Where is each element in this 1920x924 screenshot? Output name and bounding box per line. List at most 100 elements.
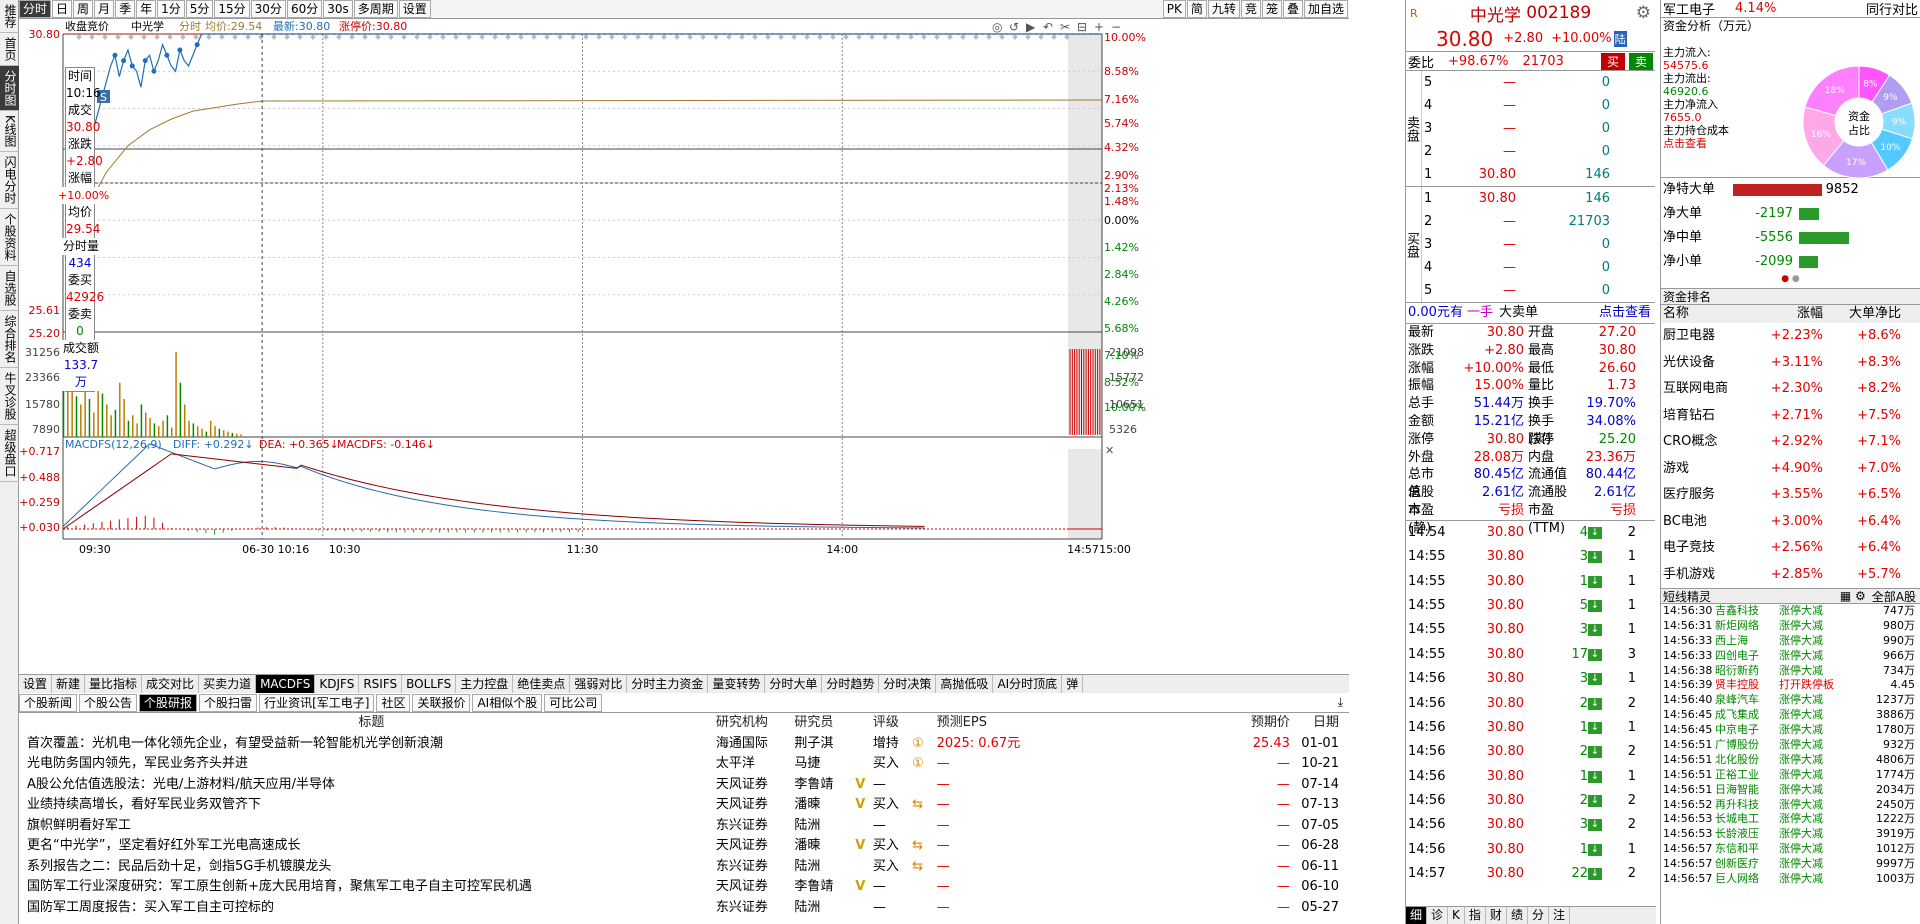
chart-tool-icon-2[interactable]: ▶ bbox=[1026, 20, 1036, 34]
news-tab-0[interactable]: 个股新闻 bbox=[19, 693, 78, 712]
short-row[interactable]: 14:56:33 四创电子 涨停大减 966万 bbox=[1661, 649, 1920, 664]
sector-name[interactable]: 军工电子 bbox=[1663, 0, 1715, 18]
chart-tool-icon-1[interactable]: ↺ bbox=[1009, 20, 1019, 34]
gear-icon[interactable]: ⚙ bbox=[1636, 3, 1651, 23]
header-rating[interactable]: 评级 bbox=[873, 713, 912, 734]
period-tab-6[interactable]: 1分 bbox=[157, 0, 185, 18]
rank-h3[interactable]: 大单净比 bbox=[1823, 305, 1901, 323]
page-dots[interactable]: ● ● bbox=[1661, 274, 1920, 288]
indicator-tab-13[interactable]: 量变转势 bbox=[708, 675, 766, 693]
indicator-tab-0[interactable]: 设置 bbox=[19, 675, 53, 693]
news-tab-1[interactable]: 个股公告 bbox=[79, 693, 138, 712]
download-icon[interactable]: ⤓ bbox=[1338, 695, 1343, 710]
rank-row[interactable]: 培育钻石 +2.71% +7.5% bbox=[1661, 403, 1920, 430]
chart-tool-icon-0[interactable]: ◎ bbox=[992, 20, 1002, 34]
news-tab-8[interactable]: 可比公司 bbox=[544, 693, 603, 712]
report-title[interactable]: 更名“中光学”，坚定看好红外军工光电高速成长 bbox=[19, 836, 716, 857]
news-tab-2[interactable]: 个股研报 bbox=[139, 693, 198, 712]
header-org[interactable]: 研究机构 bbox=[716, 713, 795, 734]
period-tab-0[interactable]: 分时 bbox=[19, 0, 52, 18]
period-tab-7[interactable]: 5分 bbox=[185, 0, 214, 18]
news-tab-5[interactable]: 社区 bbox=[376, 693, 411, 712]
news-tab-3[interactable]: 个股扫雷 bbox=[199, 693, 258, 712]
short-row[interactable]: 14:56:53 长龄液压 涨停大减 3919万 bbox=[1661, 827, 1920, 842]
chart-tool-icon-3[interactable]: ↶ bbox=[1043, 20, 1053, 34]
fund-cost-link[interactable]: 点击查看 bbox=[1663, 137, 1707, 150]
filter-icon[interactable]: ▦ ⚙ bbox=[1840, 589, 1866, 603]
report-title[interactable]: 国防军工周度报告：买入军工自主可控标的 bbox=[19, 898, 716, 919]
indicator-tab-1[interactable]: 新建 bbox=[52, 675, 86, 693]
rank-h1[interactable]: 名称 bbox=[1661, 305, 1761, 323]
short-list[interactable]: 14:56:30 吉鑫科技 涨停大减 747万 14:56:31 新炬网络 涨停大减 980万… bbox=[1661, 604, 1920, 887]
sell-level-0[interactable]: 5 — 0 bbox=[1422, 71, 1655, 94]
short-row[interactable]: 14:56:31 新炬网络 涨停大减 980万 bbox=[1661, 619, 1920, 634]
indicator-tab-12[interactable]: 分时主力资金 bbox=[627, 675, 709, 693]
macd-close-icon[interactable]: ✕ bbox=[1105, 444, 1114, 457]
report-row[interactable]: 系列报告之二：民品后劲十足，剑指5G手机镀膜龙头 东兴证券 陆洲 买入 ⇆ — — 06-11 bbox=[19, 857, 1339, 878]
rank-row[interactable]: BC电池 +3.00% +6.4% bbox=[1661, 509, 1920, 536]
news-tab-4[interactable]: 行业资讯[军工电子] bbox=[259, 693, 375, 712]
report-row[interactable]: A股公允估值选股法：光电/上游材料/航天应用/半导体 天风证券 李鲁靖 V — — — 07-… bbox=[19, 775, 1339, 796]
period-tab-1[interactable]: 日 bbox=[52, 0, 73, 18]
peer-compare-link[interactable]: 同行对比 bbox=[1866, 0, 1918, 18]
header-eps[interactable]: 预测EPS bbox=[937, 713, 1231, 734]
indicator-tab-2[interactable]: 量比指标 bbox=[85, 675, 143, 693]
short-row[interactable]: 14:56:40 泉峰汽车 涨停大减 1237万 bbox=[1661, 693, 1920, 708]
chart-tool-icon-7[interactable]: − bbox=[1111, 20, 1121, 34]
toolbar-right-5[interactable]: 叠 bbox=[1282, 0, 1303, 18]
report-title[interactable]: 国防军工行业深度研究：军工原生创新+庞大民用培育，聚焦军工电子自主可控军民机遇 bbox=[19, 877, 716, 898]
period-tab-3[interactable]: 月 bbox=[94, 0, 115, 18]
rank-row[interactable]: 手机游戏 +2.85% +5.7% bbox=[1661, 562, 1920, 589]
sell-level-2[interactable]: 3 — 0 bbox=[1422, 117, 1655, 140]
quote-tab-1[interactable]: 诊 bbox=[1427, 907, 1449, 924]
report-row[interactable]: 光电防务国内领先，军民业务齐头并进 太平洋 马捷 买入 ① — — 10-21 bbox=[19, 754, 1339, 775]
nav-item-7[interactable]: 综合排名 bbox=[0, 311, 19, 368]
report-row[interactable]: 业绩持续高增长，看好军民业务双管齐下 天风证券 潘暕 V 买入 ⇆ — — 07-13 bbox=[19, 795, 1339, 816]
indicator-tab-3[interactable]: 成交对比 bbox=[142, 675, 200, 693]
short-row[interactable]: 14:56:51 正裕工业 涨停大减 1774万 bbox=[1661, 768, 1920, 783]
quote-tab-0[interactable]: 细 bbox=[1406, 907, 1428, 924]
header-date[interactable]: 日期 bbox=[1290, 713, 1339, 734]
nav-item-6[interactable]: 自选股 bbox=[0, 266, 19, 311]
short-row[interactable]: 14:56:45 中京电子 涨停大减 1780万 bbox=[1661, 723, 1920, 738]
short-row[interactable]: 14:56:51 北化股份 涨停大减 4806万 bbox=[1661, 753, 1920, 768]
short-row[interactable]: 14:56:51 日海智能 涨停大减 2034万 bbox=[1661, 783, 1920, 798]
period-tab-8[interactable]: 15分 bbox=[214, 0, 250, 18]
short-row[interactable]: 14:56:39 贤丰控股 打开跌停板 4.45 bbox=[1661, 678, 1920, 693]
indicator-tab-11[interactable]: 强弱对比 bbox=[570, 675, 628, 693]
indicator-tab-5[interactable]: MACDFS bbox=[256, 675, 316, 693]
report-row[interactable]: 国防军工行业深度研究：军工原生创新+庞大民用培育，聚焦军工电子自主可控军民机遇天… bbox=[19, 877, 1339, 898]
nav-item-2[interactable]: 分时图 bbox=[0, 66, 19, 111]
period-tab-2[interactable]: 周 bbox=[73, 0, 94, 18]
indicator-tab-18[interactable]: AI分时顶底 bbox=[993, 675, 1063, 693]
report-title[interactable]: A股公允估值选股法：光电/上游材料/航天应用/半导体 bbox=[19, 775, 716, 796]
report-row[interactable]: 国防军工周度报告：买入军工自主可控标的 东兴证券 陆洲 — — — 05-27 bbox=[19, 898, 1339, 919]
indicator-tab-8[interactable]: BOLLFS bbox=[402, 675, 457, 693]
news-tab-7[interactable]: AI相似个股 bbox=[472, 693, 543, 712]
news-tab-6[interactable]: 关联报价 bbox=[412, 693, 471, 712]
short-row[interactable]: 14:56:52 再升科技 涨停大减 2450万 bbox=[1661, 798, 1920, 813]
indicator-tab-6[interactable]: KDJFS bbox=[315, 675, 360, 693]
short-row[interactable]: 14:56:33 西上海 涨停大减 990万 bbox=[1661, 634, 1920, 649]
toolbar-right-1[interactable]: 简 bbox=[1186, 0, 1207, 18]
short-row[interactable]: 14:56:30 吉鑫科技 涨停大减 747万 bbox=[1661, 604, 1920, 619]
indicator-tab-14[interactable]: 分时大单 bbox=[765, 675, 823, 693]
report-title[interactable]: 首次覆盖：光机电一体化领先企业，有望受益新一轮智能机光学创新浪潮 bbox=[19, 734, 716, 755]
chart-tool-icon-6[interactable]: + bbox=[1094, 20, 1104, 34]
report-row[interactable]: 旗帜鲜明看好军工 东兴证券 陆洲 — — — 07-05 bbox=[19, 816, 1339, 837]
toolbar-right-4[interactable]: 笼 bbox=[1261, 0, 1282, 18]
short-filter[interactable]: 全部A股 bbox=[1872, 588, 1916, 605]
rank-row[interactable]: 互联网电商 +2.30% +8.2% bbox=[1661, 376, 1920, 403]
period-tab-5[interactable]: 年 bbox=[136, 0, 157, 18]
quote-tab-7[interactable]: 注 bbox=[1549, 907, 1570, 924]
rank-row[interactable]: 游戏 +4.90% +7.0% bbox=[1661, 456, 1920, 483]
buy-level-2[interactable]: 3 — 0 bbox=[1422, 233, 1655, 256]
period-tab-4[interactable]: 季 bbox=[115, 0, 136, 18]
period-tab-12[interactable]: 多周期 bbox=[353, 0, 398, 18]
short-row[interactable]: 14:56:57 东信和平 涨停大减 1012万 bbox=[1661, 842, 1920, 857]
report-title[interactable]: 业绩持续高增长，看好军民业务双管齐下 bbox=[19, 795, 716, 816]
nav-item-3[interactable]: K线图 bbox=[0, 111, 19, 152]
rank-row[interactable]: 厨卫电器 +2.23% +8.6% bbox=[1661, 323, 1920, 350]
buy-level-0[interactable]: 1 30.80 146 bbox=[1422, 187, 1655, 210]
period-tab-9[interactable]: 30分 bbox=[250, 0, 286, 18]
